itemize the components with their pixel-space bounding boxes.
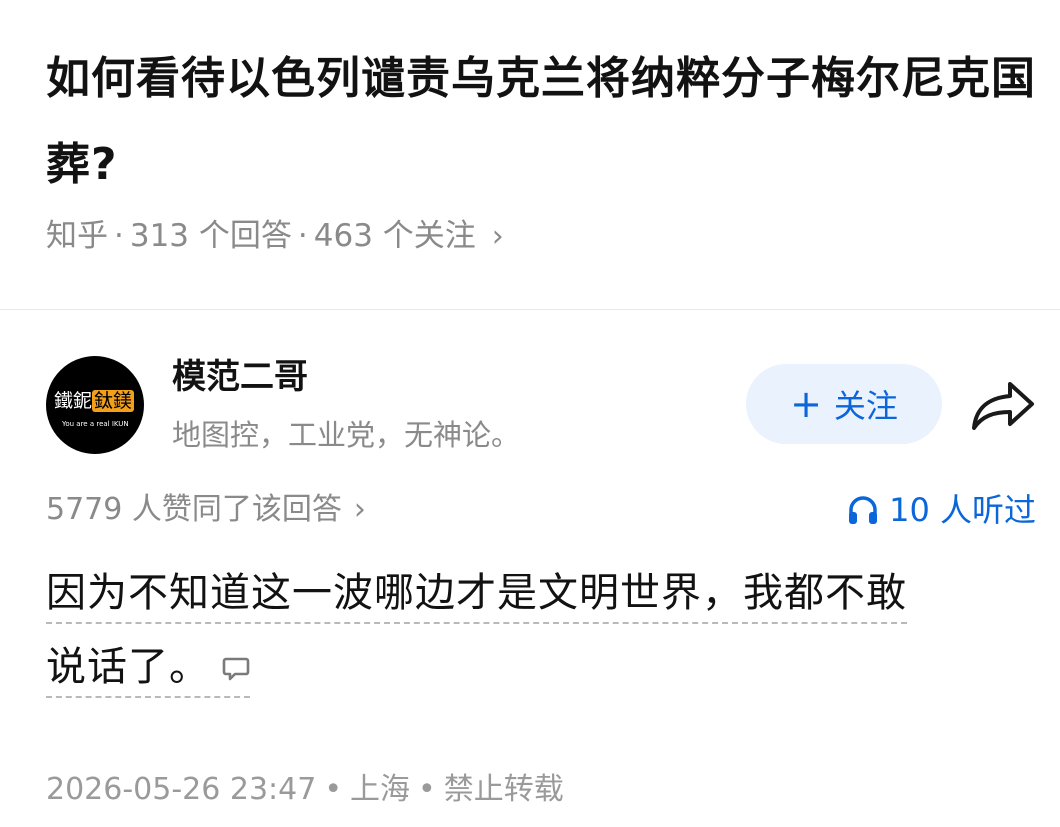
comment-icon[interactable] bbox=[222, 656, 250, 682]
publish-location: 上海 bbox=[350, 772, 411, 807]
answer-line: 说话了。 bbox=[46, 644, 250, 698]
meta-separator: • bbox=[324, 772, 343, 807]
followers-count: 463 个关注 bbox=[313, 218, 476, 254]
chevron-right-icon: › bbox=[491, 219, 504, 254]
avatar-caption: You are a real IKUN bbox=[62, 420, 129, 428]
listened-count[interactable]: 10 人听过 bbox=[847, 488, 1036, 532]
question-source: 知乎 bbox=[46, 218, 108, 254]
question-meta[interactable]: 知乎 · 313 个回答 · 463 个关注 › bbox=[46, 213, 504, 260]
answer-footer-meta: 2026-05-26 23:47 • 上海 • 禁止转载 bbox=[46, 768, 564, 812]
plus-icon: + bbox=[790, 382, 822, 426]
author-name[interactable]: 模范二哥 bbox=[172, 354, 308, 400]
answer-content[interactable]: 因为不知道这一波哪边才是文明世界，我都不敢 说话了。 bbox=[46, 556, 1026, 704]
answer-line: 因为不知道这一波哪边才是文明世界，我都不敢 bbox=[46, 570, 907, 624]
follow-button[interactable]: + 关注 bbox=[746, 364, 942, 444]
likes-count[interactable]: 5779 人赞同了该回答 › bbox=[46, 488, 366, 532]
avatar[interactable]: 鐵鈮 鈦鎂 You are a real IKUN bbox=[46, 356, 144, 454]
section-divider bbox=[0, 309, 1060, 310]
meta-separator: • bbox=[418, 772, 436, 807]
meta-separator: · bbox=[114, 218, 124, 254]
avatar-text: 鐵鈮 鈦鎂 bbox=[54, 390, 135, 412]
question-title[interactable]: 如何看待以色列谴责乌克兰将纳粹分子梅尔尼克国葬? bbox=[46, 36, 1036, 208]
meta-separator: · bbox=[297, 218, 308, 254]
chevron-right-icon: › bbox=[353, 492, 366, 527]
headphone-icon bbox=[849, 496, 878, 524]
follow-label: 关注 bbox=[833, 387, 898, 425]
share-icon[interactable] bbox=[970, 378, 1036, 432]
author-bio: 地图控，工业党，无神论。 bbox=[172, 418, 521, 452]
publish-datetime: 2026-05-26 23:47 bbox=[46, 772, 317, 807]
answer-page: 如何看待以色列谴责乌克兰将纳粹分子梅尔尼克国葬? 知乎 · 313 个回答 · 463 … bbox=[0, 0, 1060, 827]
copyright-notice: 禁止转载 bbox=[443, 772, 564, 807]
answers-count: 313 个回答 bbox=[129, 218, 292, 254]
